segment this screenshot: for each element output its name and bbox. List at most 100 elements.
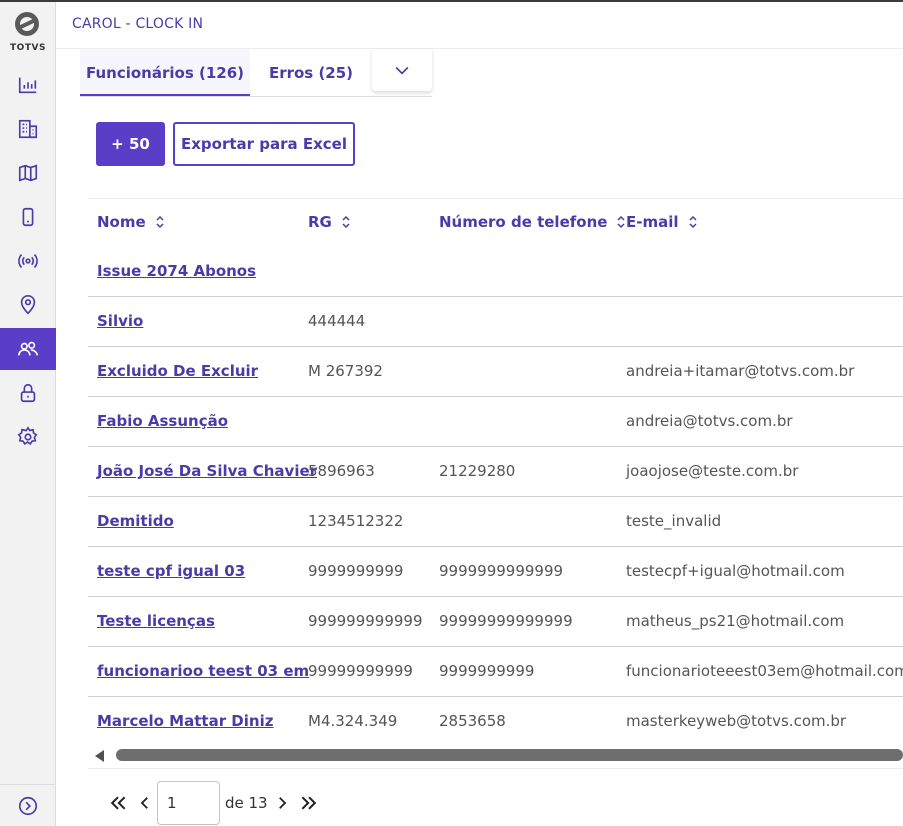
employee-rg: 5896963: [308, 462, 375, 480]
export-excel-button[interactable]: Exportar para Excel: [173, 122, 355, 166]
employee-rg: M4.324.349: [308, 712, 398, 730]
brand-label: TOTVS: [10, 43, 46, 53]
column-header-label: Número de telefone: [439, 213, 608, 231]
tab-more-button[interactable]: [372, 49, 432, 91]
app-header: CAROL - CLOCK IN: [56, 2, 903, 49]
chevron-right-icon: [279, 797, 287, 809]
users-icon: [18, 341, 38, 356]
column-header-nome[interactable]: Nome: [97, 213, 165, 231]
lock-icon: [20, 383, 36, 403]
employee-name-link[interactable]: Teste licenças: [97, 612, 215, 630]
totvs-logo-icon: [15, 12, 39, 36]
sidebar-item-security[interactable]: [0, 372, 56, 414]
page-number-input[interactable]: [157, 781, 220, 825]
employee-phone: 21229280: [439, 462, 516, 480]
sort-icon: [617, 215, 625, 229]
pagination-divider: [88, 768, 903, 769]
sidebar-item-map[interactable]: [0, 152, 56, 194]
column-header-rg[interactable]: RG: [308, 213, 351, 231]
column-header-label: E-mail: [626, 213, 679, 231]
employee-name-link[interactable]: Issue 2074 Abonos: [97, 262, 256, 280]
table-row: teste cpf igual 03 9999999999 9999999999…: [88, 547, 903, 597]
column-header-telefone[interactable]: Número de telefone: [439, 213, 626, 231]
app-title: CAROL - CLOCK IN: [72, 16, 204, 32]
page-count-label: de 13: [225, 794, 268, 812]
employee-email: joaojose@teste.com.br: [626, 462, 799, 480]
building-icon: [18, 119, 38, 139]
sidebar-item-dashboard[interactable]: [0, 64, 56, 106]
tab-bar: Funcionários (126) Erros (25): [56, 49, 903, 99]
next-page-button[interactable]: [270, 790, 294, 816]
totvs-logo[interactable]: TOTVS: [0, 10, 56, 60]
tab-erros[interactable]: Erros (25): [250, 49, 372, 96]
table-row: João José Da Silva Chavier 5896963 21229…: [88, 447, 903, 497]
table-row: Demitido 1234512322 teste_invalid: [88, 497, 903, 547]
map-icon: [18, 164, 38, 182]
chevron-right-circle-icon: [18, 796, 38, 815]
employee-name-link[interactable]: Fabio Assunção: [97, 412, 228, 430]
table-row: Teste licenças 999999999999 999999999999…: [88, 597, 903, 647]
sidebar-item-companies[interactable]: [0, 108, 56, 150]
employees-table: Nome RG Número de telefone E-mail Issue …: [88, 198, 903, 770]
sidebar-expand-button[interactable]: [0, 784, 56, 826]
double-chevron-right-icon: [301, 796, 317, 810]
employee-name-link[interactable]: Excluido De Excluir: [97, 362, 258, 380]
employee-name-link[interactable]: Marcelo Mattar Diniz: [97, 712, 273, 730]
column-header-email[interactable]: E-mail: [626, 213, 698, 231]
employee-email: andreia@totvs.com.br: [626, 412, 793, 430]
employee-email: andreia+itamar@totvs.com.br: [626, 362, 855, 380]
sort-icon: [156, 215, 164, 229]
employee-name-link[interactable]: João José Da Silva Chavier: [97, 462, 317, 480]
table-row: Excluido De Excluir M 267392 andreia+ita…: [88, 347, 903, 397]
first-page-button[interactable]: [106, 790, 130, 816]
gear-icon: [17, 426, 38, 446]
mobile-icon: [22, 207, 34, 227]
double-chevron-left-icon: [110, 796, 126, 810]
employee-name-link[interactable]: funcionarioo teest 03 em: [97, 662, 309, 680]
scroll-left-arrow-icon[interactable]: [95, 750, 104, 762]
sidebar-item-devices[interactable]: [0, 196, 56, 238]
employee-name-link[interactable]: Demitido: [97, 512, 174, 530]
employee-email: masterkeyweb@totvs.com.br: [626, 712, 847, 730]
load-more-button[interactable]: + 50: [96, 122, 165, 166]
employee-phone: 9999999999: [439, 662, 535, 680]
employee-name-link[interactable]: teste cpf igual 03: [97, 562, 245, 580]
sidebar: TOTVS: [0, 2, 56, 826]
column-header-label: Nome: [97, 213, 146, 231]
previous-page-button[interactable]: [133, 790, 157, 816]
employee-email: matheus_ps21@hotmail.com: [626, 612, 845, 630]
employee-email: teste_invalid: [626, 512, 722, 530]
sidebar-item-employees[interactable]: [0, 328, 56, 370]
employee-email: funcionarioteeest03em@hotmail.com: [626, 662, 903, 680]
employee-rg: 999999999999: [308, 612, 423, 630]
employee-phone: 9999999999999: [439, 562, 564, 580]
sidebar-item-locations[interactable]: [0, 284, 56, 326]
scrollbar-thumb[interactable]: [116, 749, 903, 761]
column-header-label: RG: [308, 213, 332, 231]
employee-rg: 1234512322: [308, 512, 404, 530]
employee-email: testecpf+igual@hotmail.com: [626, 562, 845, 580]
employee-rg: 444444: [308, 312, 366, 330]
bar-chart-icon: [18, 77, 37, 94]
employee-phone: 99999999999999: [439, 612, 573, 630]
broadcast-icon: [18, 254, 38, 268]
sidebar-item-broadcast[interactable]: [0, 240, 56, 282]
tab-divider: [80, 96, 432, 97]
horizontal-scrollbar[interactable]: [88, 746, 903, 768]
table-row: Silvio 444444: [88, 297, 903, 347]
sort-icon: [342, 215, 350, 229]
sort-icon: [688, 215, 697, 229]
tab-funcionarios[interactable]: Funcionários (126): [80, 49, 250, 97]
employee-rg: M 267392: [308, 362, 383, 380]
employee-name-link[interactable]: Silvio: [97, 312, 143, 330]
table-row: funcionarioo teest 03 em 99999999999 999…: [88, 647, 903, 697]
table-row: Fabio Assunção andreia@totvs.com.br: [88, 397, 903, 447]
employee-rg: 9999999999: [308, 562, 404, 580]
table-row: Issue 2074 Abonos: [88, 247, 903, 297]
employee-rg: 99999999999: [308, 662, 413, 680]
last-page-button[interactable]: [297, 790, 321, 816]
chevron-left-icon: [140, 797, 148, 809]
sidebar-item-settings[interactable]: [0, 416, 56, 458]
employee-phone: 2853658: [439, 712, 506, 730]
chevron-down-icon: [395, 66, 409, 75]
